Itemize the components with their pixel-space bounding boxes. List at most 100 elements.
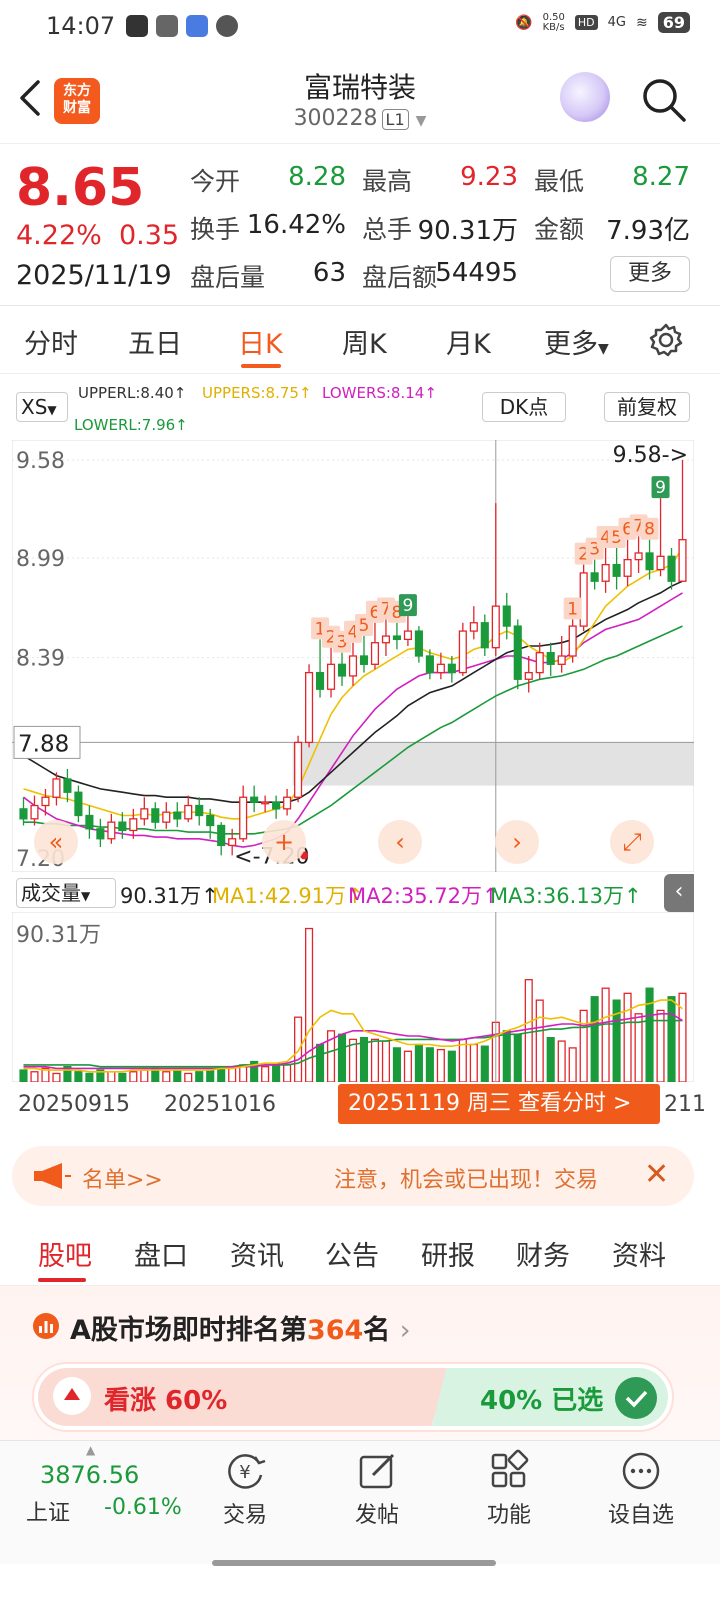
rank-suffix: 名 — [363, 1315, 391, 1346]
nav-watchlist-label: 设自选 — [607, 1503, 674, 1528]
volume-bar — [634, 1013, 643, 1082]
tab-daily-k[interactable]: 日K — [238, 322, 283, 361]
volume-bar — [458, 1038, 467, 1082]
tab-intraday[interactable]: 分时 — [24, 322, 78, 361]
scroll-right-icon[interactable]: › — [495, 820, 539, 864]
tab-guba[interactable]: 股吧 — [38, 1234, 92, 1273]
candle-body — [294, 741, 303, 798]
close-icon[interactable]: ✕ — [644, 1156, 674, 1194]
net-speed: 0.50 KB/s — [542, 11, 565, 33]
volume-chart[interactable]: 90.31万 — [12, 912, 694, 1082]
tab-finance[interactable]: 财务 — [516, 1234, 570, 1273]
candle-body — [458, 630, 467, 674]
volume-bar — [74, 1071, 83, 1082]
index-value[interactable]: 3876.56 — [40, 1461, 139, 1489]
fullscreen-icon[interactable]: ⤢ — [610, 820, 654, 864]
volume-bar — [557, 1040, 566, 1082]
candle-body — [645, 552, 654, 571]
bullish-label: 看涨 60% — [104, 1386, 228, 1416]
candle-body — [118, 821, 127, 832]
alert-message: 注意，机会或已出现！交易 — [334, 1168, 599, 1193]
volume-bar — [414, 1043, 423, 1082]
volume-bar — [469, 1043, 478, 1082]
candle-body — [184, 804, 193, 820]
volume-label: 总手 — [362, 215, 413, 244]
volume-value: 90.31万 — [417, 216, 518, 246]
tab-five-day[interactable]: 五日 — [128, 322, 182, 361]
candle-body — [41, 796, 50, 807]
hd-badge: HD — [574, 15, 598, 30]
tab-announcements[interactable]: 公告 — [325, 1234, 379, 1273]
dk-point-button[interactable]: DK点 — [482, 392, 566, 422]
main-indicator-select[interactable]: XS▼ — [16, 392, 68, 422]
system-icons: 🔕 0.50 KB/s HD 4G ≋ 69 — [515, 12, 690, 33]
tab-profile[interactable]: 资料 — [612, 1234, 666, 1273]
bullish-vote-button[interactable] — [38, 1368, 448, 1426]
tiktok-icon — [126, 15, 148, 37]
candlestick-chart[interactable]: 1 2 3 4 56 7 8 9 12 34 5 6 7 899.588.998.397.207.889.… — [12, 440, 694, 872]
tab-more[interactable]: 更多▼ — [544, 322, 609, 361]
candle-body — [63, 778, 72, 793]
volume-bar — [436, 1048, 445, 1082]
scroll-left-icon[interactable]: ‹ — [378, 820, 422, 864]
assistant-robot-icon[interactable] — [560, 72, 610, 122]
checkmark-icon — [615, 1377, 657, 1419]
more-button[interactable]: 更多 — [610, 256, 690, 292]
ranking-chart-icon — [33, 1313, 59, 1339]
zoom-in-icon-glyph: + — [274, 828, 294, 856]
volume-indicator-select[interactable]: 成交量▼ — [16, 878, 116, 908]
volume-bar — [261, 1066, 270, 1082]
alert-list-link[interactable]: 名单>> — [82, 1162, 163, 1194]
after-amount-value: 54495 — [435, 258, 518, 288]
candle-body — [129, 818, 138, 832]
candle-body — [425, 655, 434, 674]
candle-body — [19, 808, 28, 820]
collapse-panel-icon[interactable]: ‹ — [664, 874, 694, 912]
index-change: -0.61% — [104, 1495, 182, 1520]
nav-functions[interactable]: 功能 — [464, 1449, 554, 1529]
zoom-in-icon[interactable]: + — [262, 820, 306, 864]
search-icon[interactable] — [640, 76, 688, 124]
candle-body — [250, 796, 259, 803]
nav-post[interactable]: 发帖 — [332, 1449, 422, 1529]
candle-body — [359, 655, 369, 665]
candle-body — [392, 635, 401, 641]
volume-bar — [480, 1045, 489, 1082]
candle-body — [272, 801, 281, 810]
settings-gear-icon[interactable] — [648, 322, 684, 358]
tab-weekly-k[interactable]: 周K — [342, 322, 387, 361]
volume-bar — [19, 1069, 28, 1082]
td-mark-label: 8 — [644, 520, 655, 540]
tab-monthly-k[interactable]: 月K — [446, 322, 491, 361]
volume-bar — [195, 1071, 204, 1082]
nav-trade[interactable]: ¥ 交易 — [200, 1449, 290, 1529]
dropdown-icon: ▼ — [598, 341, 609, 357]
scroll-right-icon-glyph: › — [512, 828, 522, 856]
candle-body — [305, 671, 314, 744]
candle-body — [557, 655, 566, 665]
tab-research[interactable]: 研报 — [421, 1234, 475, 1273]
tab-pankou[interactable]: 盘口 — [134, 1234, 188, 1273]
alert-banner[interactable]: 名单>> 注意，机会或已出现！交易 ✕ — [12, 1146, 694, 1206]
nav-watchlist[interactable]: 设自选 — [596, 1449, 686, 1529]
volume-bar — [206, 1069, 215, 1082]
lowerl-legend: LOWERL:7.96↑ — [74, 416, 188, 434]
candle-body — [414, 630, 423, 657]
candle-body — [568, 625, 577, 657]
view-intraday-banner[interactable]: 20251119 周三 查看分时 > — [338, 1084, 660, 1124]
trade-yen-icon: ¥ — [228, 1454, 266, 1489]
candle-body — [239, 796, 248, 840]
volume-bar — [601, 987, 610, 1082]
tab-news[interactable]: 资讯 — [230, 1234, 284, 1273]
rank-number: 364 — [306, 1315, 364, 1346]
scroll-left-fast-icon[interactable]: « — [34, 820, 78, 864]
stock-code-row[interactable]: 300228 L1 ▼ — [0, 106, 720, 131]
active-tab-underline — [241, 364, 281, 368]
amount-value: 7.93亿 — [606, 216, 690, 246]
candle-body — [623, 558, 632, 577]
candle-body — [403, 630, 412, 641]
rank-text[interactable]: A股市场即时排名第364名 › — [70, 1308, 411, 1347]
adjust-button[interactable]: 前复权 — [604, 392, 690, 422]
volume-bar — [447, 1050, 456, 1082]
up-arrow-icon — [53, 1377, 91, 1415]
